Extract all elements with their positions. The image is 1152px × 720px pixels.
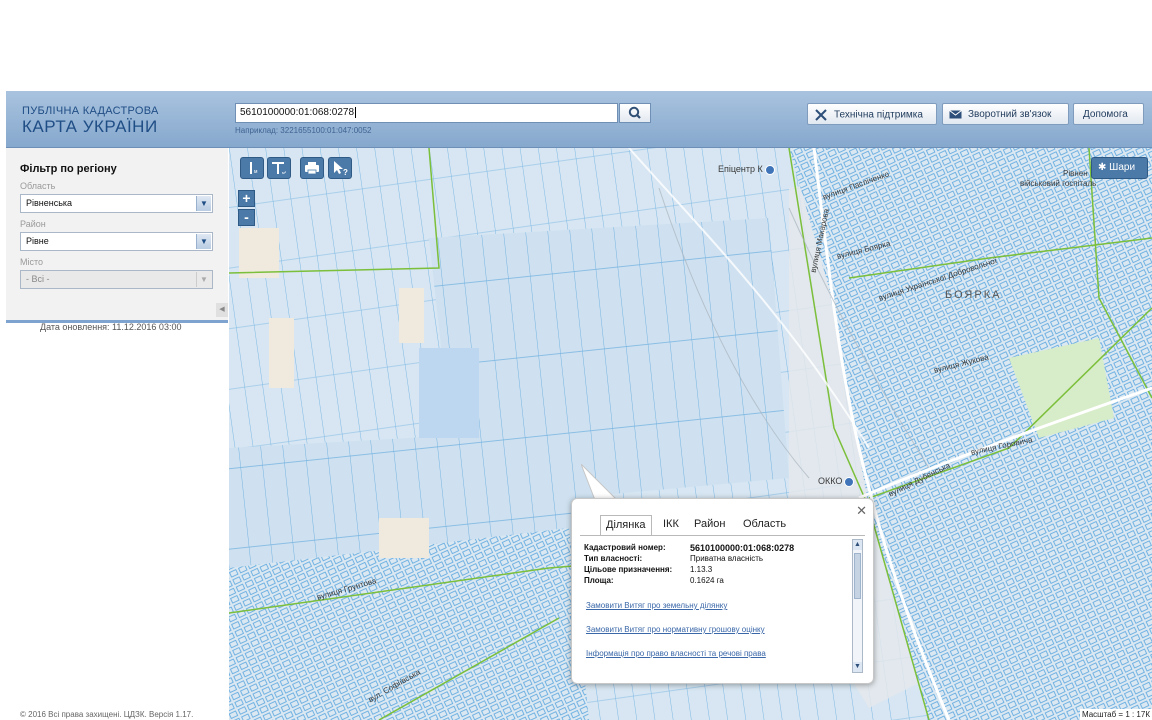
tools-icon [815, 109, 827, 121]
field-key: Кадастровий номер: [584, 543, 666, 552]
svg-text:?: ? [343, 168, 348, 177]
tab-divider [580, 535, 865, 536]
tab-raion[interactable]: Район [689, 515, 730, 535]
chevron-down-icon: ▼ [196, 196, 211, 211]
measure-length-tool[interactable]: м [240, 157, 264, 179]
city-label: Місто [20, 257, 44, 267]
copyright-text: © 2016 Всі права захищені. ЦДЗК. Версія … [20, 710, 194, 719]
collapse-panel-button[interactable]: ◀ [216, 303, 228, 317]
site-logo[interactable]: ПУБЛІЧНА КАДАСТРОВА КАРТА УКРАЇНИ [22, 105, 159, 137]
feedback-label: Зворотний зв'язок [968, 109, 1052, 120]
help-label: Допомога [1083, 109, 1128, 120]
oblast-label: Область [20, 181, 56, 191]
print-button[interactable] [300, 157, 324, 179]
field-key: Тип власності: [584, 554, 643, 563]
top-blank-area [0, 0, 1152, 91]
raion-value: Рівне [26, 236, 49, 246]
field-value: 1.13.3 [690, 565, 713, 574]
poi-hospital-line2: військовий госпіталь [1020, 179, 1097, 188]
svg-text:м²: м² [282, 170, 287, 175]
search-button[interactable] [619, 103, 651, 123]
header-bar: ПУБЛІЧНА КАДАСТРОВА КАРТА УКРАЇНИ 561010… [6, 91, 1152, 148]
poi-okko: ОККО [818, 476, 855, 487]
close-icon[interactable]: ✕ [856, 503, 867, 519]
search-example-hint: Наприклад: 3221655100:01:047:0052 [235, 126, 372, 135]
district-label-boyarka: БОЯРКА [945, 289, 1002, 301]
field-value: 5610100000:01:068:0278 [690, 543, 795, 553]
layers-button[interactable]: ✱ Шари [1091, 157, 1148, 179]
envelope-icon [949, 109, 962, 119]
chevron-down-icon: ▼ [196, 272, 211, 287]
ruler-icon: м [250, 162, 258, 175]
map-scale: Масштаб = 1 : 17К [1079, 709, 1152, 720]
poi-hospital-line1: Рівнен [1063, 169, 1088, 178]
oblast-value: Рівненська [26, 198, 73, 208]
tech-support-button[interactable]: Технічна підтримка [807, 103, 937, 125]
zoom-out-button[interactable]: - [238, 209, 255, 226]
help-button[interactable]: Допомога [1073, 103, 1144, 125]
tab-ikk[interactable]: ІКК [658, 515, 684, 535]
ownership-info-link[interactable]: Інформація про право власності та речові… [586, 649, 766, 658]
tab-oblast[interactable]: Область [738, 515, 791, 535]
identify-tool[interactable]: ? [328, 157, 352, 179]
tech-support-label: Технічна підтримка [834, 109, 923, 121]
tab-parcel[interactable]: Ділянка [600, 515, 652, 535]
parcel-info-popup: ✕ Ділянка ІКК Район Область Кадастровий … [571, 498, 874, 684]
chevron-down-icon: ▼ [196, 234, 211, 249]
raion-label: Район [20, 219, 46, 229]
fuel-icon [844, 476, 855, 487]
region-filter-panel: Фільтр по регіону Область Рівненська ▼ Р… [6, 148, 228, 323]
measure-area-tool[interactable]: м² [267, 157, 291, 179]
popup-scrollbar[interactable]: ▲ ▼ [852, 539, 863, 673]
search-input-value: 5610100000:01:068:0278 [240, 107, 355, 118]
zoom-in-button[interactable]: + [238, 190, 255, 207]
field-key: Площа: [584, 576, 614, 585]
site-title-line1: ПУБЛІЧНА КАДАСТРОВА [22, 105, 159, 117]
oblast-select[interactable]: Рівненська ▼ [20, 194, 213, 213]
area-measure-icon: м² [272, 162, 287, 175]
order-parcel-extract-link[interactable]: Замовити Витяг про земельну ділянку [586, 601, 727, 610]
raion-select[interactable]: Рівне ▼ [20, 232, 213, 251]
city-value: - Всі - [26, 274, 50, 284]
shop-icon [764, 164, 775, 175]
filter-title: Фільтр по регіону [20, 163, 117, 175]
site-title-line2: КАРТА УКРАЇНИ [22, 117, 158, 136]
field-value: Приватна власність [690, 554, 764, 563]
field-value: 0.1624 га [690, 576, 724, 585]
layers-label: Шари [1109, 162, 1136, 173]
poi-epicenter: Епіцентр К [718, 164, 775, 175]
search-icon [628, 106, 641, 119]
field-key: Цільове призначення: [584, 565, 673, 574]
svg-text:м: м [254, 169, 258, 175]
scroll-down-icon[interactable]: ▼ [853, 662, 862, 672]
city-select[interactable]: - Всі - ▼ [20, 270, 213, 289]
printer-icon [305, 162, 319, 175]
scroll-thumb[interactable] [854, 553, 861, 599]
scroll-up-icon[interactable]: ▲ [853, 540, 862, 550]
order-valuation-extract-link[interactable]: Замовити Витяг про нормативну грошову оц… [586, 625, 765, 634]
update-date: Дата оновлення: 11.12.2016 03:00 [40, 322, 182, 332]
feedback-button[interactable]: Зворотний зв'язок [942, 103, 1069, 125]
parcel-details: Кадастровий номер: 5610100000:01:068:027… [584, 541, 852, 673]
cursor-question-icon: ? [334, 161, 348, 177]
cadastral-search-input[interactable]: 5610100000:01:068:0278 [235, 103, 618, 123]
gear-icon: ✱ [1098, 162, 1107, 173]
